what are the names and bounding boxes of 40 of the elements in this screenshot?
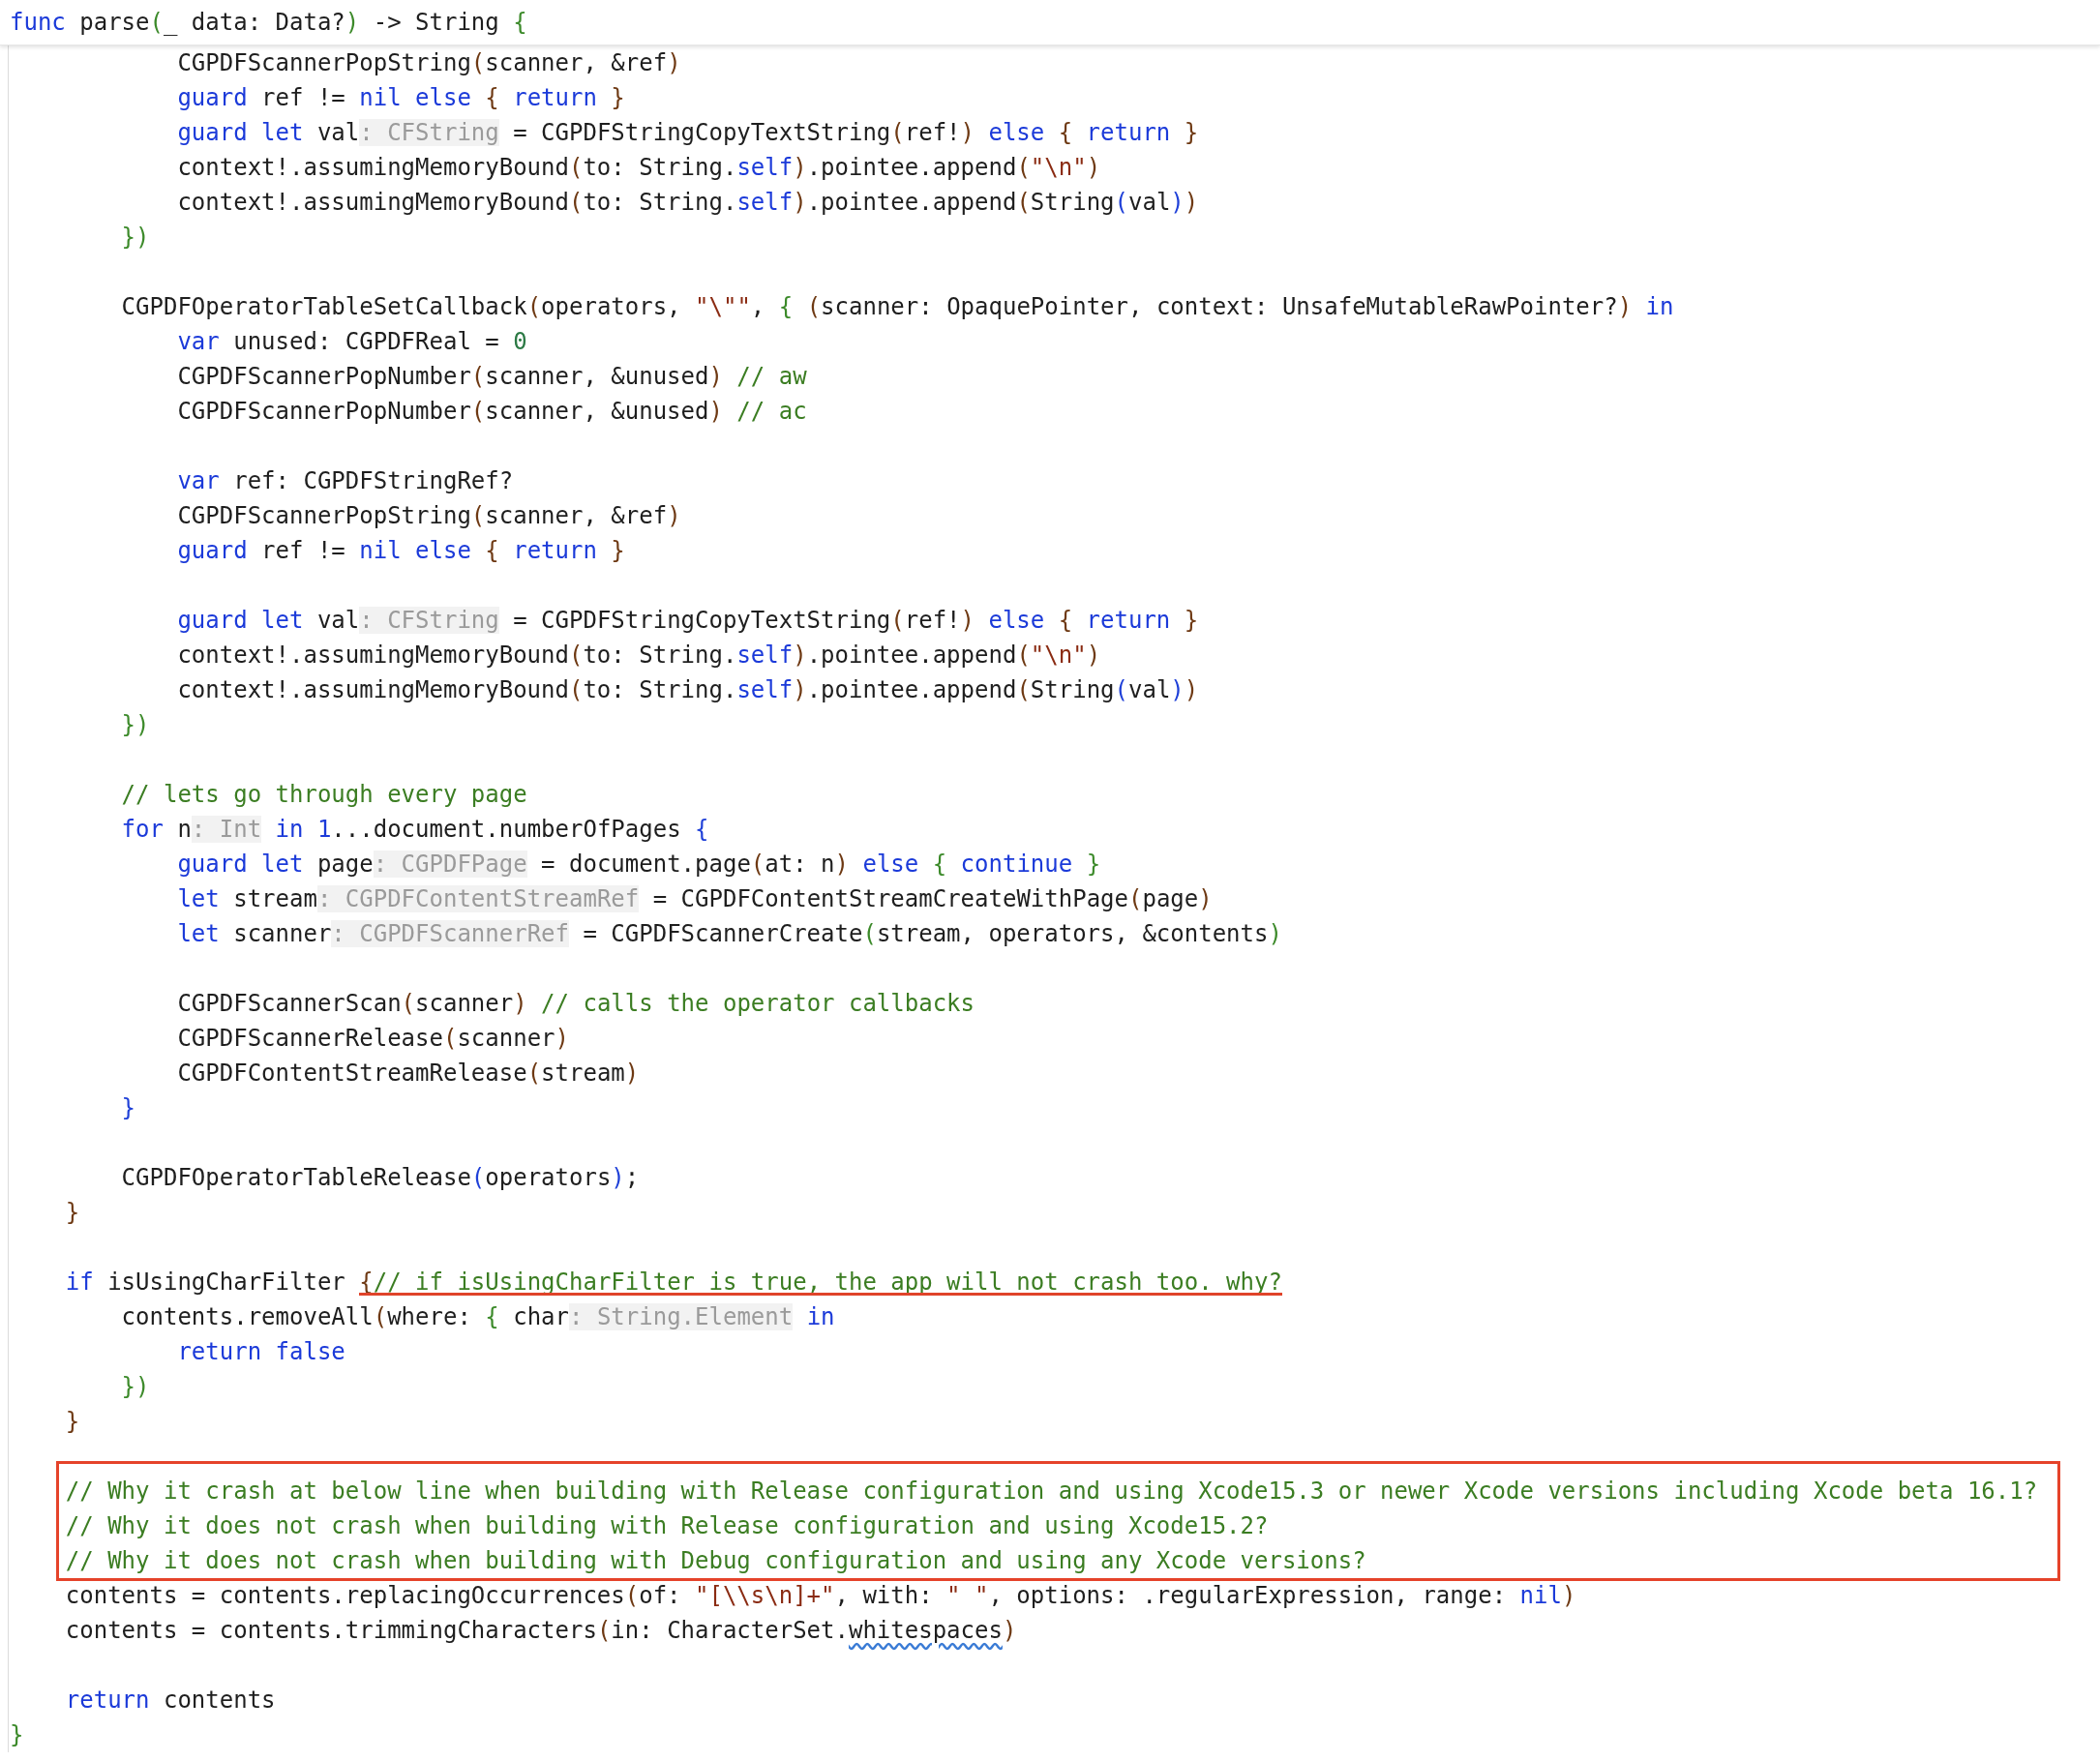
code-line: CGPDFOperatorTableRelease(operators); [120,1163,640,1193]
code-line: for n: Int in 1...document.numberOfPages { [120,815,709,845]
code-line: CGPDFContentStreamRelease(stream) [176,1059,640,1089]
code-line: CGPDFScannerScan(scanner) // calls the operator callbacks [176,989,975,1019]
code-line: context!.assumingMemoryBound(to: String.self).pointee.append(String(val)) [176,675,1199,705]
code-line: CGPDFScannerPopNumber(scanner, &unused) // aw [176,362,807,392]
code-line: CGPDFScannerPopString(scanner, &ref) [176,501,681,531]
code-line: // lets go through every page [120,780,527,810]
code-line: context!.assumingMemoryBound(to: String.self).pointee.append("\n") [176,641,1101,671]
code-line: } [10,1720,24,1750]
code-line: guard let val: CFString = CGPDFStringCopyTextString(ref!) else { return } [176,118,1199,148]
code-line: } [64,1407,80,1437]
code-line: CGPDFScannerRelease(scanner) [176,1024,569,1054]
code-line: contents = contents.replacingOccurrences(of: "[\\s\n]+", with: " ", options: .regularExpression, range: nil) [64,1581,1576,1611]
code-line: CGPDFOperatorTableSetCallback(operators, "\"", { (scanner: OpaquePointer, context: UnsafeMutableRawPointer?) in [120,292,1674,322]
code-line: return contents [64,1686,276,1716]
code-line: } [64,1198,80,1228]
code-line: context!.assumingMemoryBound(to: String.self).pointee.append("\n") [176,153,1101,183]
code-line: func parse(_ data: Data?) -> String { [10,8,527,38]
code-line: guard ref != nil else { return } [176,536,625,566]
code-line: guard let val: CFString = CGPDFStringCopyTextString(ref!) else { return } [176,606,1199,636]
code-line: }) [120,710,150,740]
code-line: context!.assumingMemoryBound(to: String.self).pointee.append(String(val)) [176,188,1199,218]
code-line: // Why it does not crash when building with Release configuration and using Xcode15.2? [64,1511,1269,1541]
code-line: var ref: CGPDFStringRef? [176,466,514,496]
code-line: let stream: CGPDFContentStreamRef = CGPDFContentStreamCreateWithPage(page) [176,884,1213,914]
code-line: // Why it does not crash when building with Debug configuration and using any Xcode versions? [64,1546,1366,1576]
code-line: return false [176,1337,345,1367]
code-line: contents = contents.trimmingCharacters(in: CharacterSet.whitespaces) [64,1616,1017,1646]
code-line: contents.removeAll(where: { char: String.Element in [120,1302,835,1332]
code-line: }) [120,223,150,253]
code-line: guard let page: CGPDFPage = document.page(at: n) else { continue } [176,850,1101,880]
code-line: CGPDFScannerPopString(scanner, &ref) [176,48,681,78]
code-line: var unused: CGPDFReal = 0 [176,327,527,357]
code-line: let scanner: CGPDFScannerRef = CGPDFScannerCreate(stream, operators, &contents) [176,919,1282,949]
code-line: }) [120,1372,150,1402]
code-line: CGPDFScannerPopNumber(scanner, &unused) // ac [176,397,807,427]
code-line: guard ref != nil else { return } [176,83,625,113]
code-line: } [120,1093,136,1123]
code-line: // Why it crash at below line when building with Release configuration and using Xcode15.3 or newer Xcode versions including Xcode beta 16.1? [64,1477,2038,1507]
